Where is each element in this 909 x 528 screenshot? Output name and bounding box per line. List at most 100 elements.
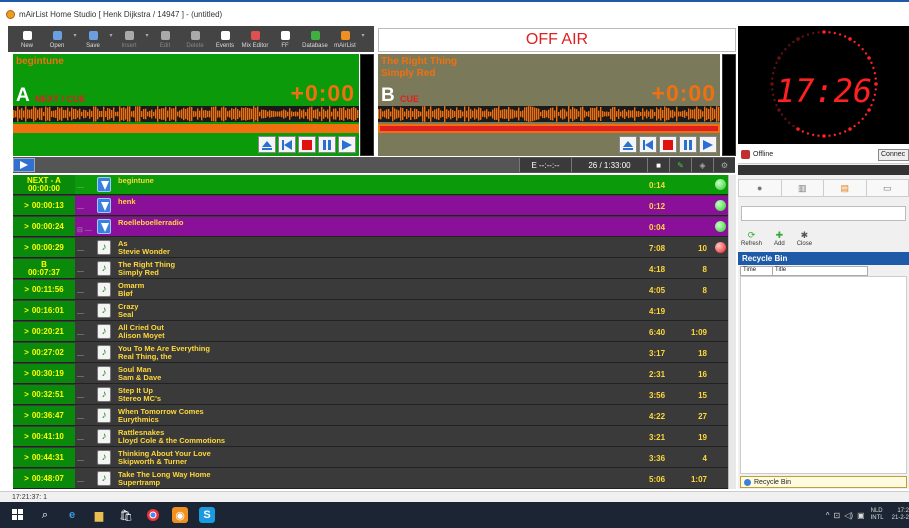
pause-button[interactable] xyxy=(679,136,697,153)
playlist-info-icon[interactable]: ■ xyxy=(647,158,669,172)
side-tab-cart[interactable]: ● xyxy=(739,180,782,196)
row-start-time[interactable]: >00:41:10 xyxy=(13,427,75,446)
playlist-row[interactable]: >00:27:02— ♪ You To Me Are Everything Real … xyxy=(13,343,728,363)
play-button[interactable] xyxy=(338,136,356,153)
playlist-row[interactable]: NEXT - A 00:00:00— begintune 0:14 xyxy=(13,175,728,195)
insert-button[interactable]: Insert xyxy=(114,26,144,49)
tray-clock[interactable]: 17:2 21-2-2 xyxy=(892,508,909,522)
tray-chevron-icon[interactable]: ^ xyxy=(826,511,830,520)
pause-button[interactable] xyxy=(318,136,336,153)
new-button[interactable]: New xyxy=(12,26,42,49)
ff-button[interactable]: FF xyxy=(270,26,300,49)
edge-icon[interactable]: e xyxy=(64,507,80,523)
col-title[interactable]: Title xyxy=(773,267,867,275)
mix-editor-button[interactable]: Mix Editor xyxy=(240,26,270,49)
events-button[interactable]: Events xyxy=(210,26,240,49)
automation-play-button[interactable] xyxy=(13,158,35,172)
mairlist-taskbar-icon[interactable]: ◉ xyxy=(172,507,188,523)
volume-icon[interactable]: ◁) xyxy=(844,511,853,520)
waveform-sample xyxy=(716,106,718,122)
stop-button[interactable] xyxy=(659,136,677,153)
waveform-sample xyxy=(492,109,494,119)
player-a-progress[interactable] xyxy=(13,124,359,133)
playlist-row[interactable]: B 00:07:37— ♪ The Right Thing Simply Red 4:1… xyxy=(13,259,728,279)
waveform-sample xyxy=(23,110,25,118)
settings-gear-icon[interactable]: ⚙ xyxy=(713,158,735,172)
network-icon[interactable]: ⊡ xyxy=(834,511,841,520)
row-start-time[interactable]: B 00:07:37 xyxy=(13,259,75,278)
windows-start-icon[interactable] xyxy=(10,507,26,523)
row-start-time[interactable]: >00:11:56 xyxy=(13,280,75,299)
playlist-row[interactable]: >00:11:56— ♪ Omarm Bløf 4:05 8 xyxy=(13,280,728,300)
waveform-sample xyxy=(53,110,55,118)
playlist-scrollbar[interactable] xyxy=(728,175,736,489)
file-explorer-icon[interactable]: ▆ xyxy=(91,507,107,523)
rewind-button[interactable] xyxy=(278,136,296,153)
row-start-time[interactable]: >00:32:51 xyxy=(13,385,75,404)
row-start-time[interactable]: >00:00:13 xyxy=(13,196,75,215)
row-start-time[interactable]: >00:36:47 xyxy=(13,406,75,425)
chrome-icon[interactable] xyxy=(145,507,161,523)
play-button[interactable] xyxy=(699,136,717,153)
side-search-input[interactable] xyxy=(741,206,906,221)
playlist-row[interactable]: >00:30:19— ♪ Soul Man Sam & Dave 2:31 16 xyxy=(13,364,728,384)
side-tab-database[interactable]: ▥ xyxy=(782,180,824,196)
recycle-bin-tab[interactable]: Recycle Bin xyxy=(740,476,907,488)
delete-button[interactable]: Delete xyxy=(180,26,210,49)
playlist-row[interactable]: >00:00:29— ♪ As Stevie Wonder 7:08 10 xyxy=(13,238,728,258)
playlist-row[interactable]: >00:44:31— ♪ Thinking About Your Love Skipw… xyxy=(13,448,728,468)
tree-connector: — xyxy=(77,436,84,443)
connect-button[interactable]: Connec xyxy=(878,149,909,161)
playlist-row[interactable]: >00:16:01— ♪ Crazy Seal 4:19 xyxy=(13,301,728,321)
playlist-row[interactable]: >00:20:21— ♪ All Cried Out Alison Moyet 6:40… xyxy=(13,322,728,342)
eject-button[interactable] xyxy=(619,136,637,153)
assist-icon[interactable]: ◈ xyxy=(691,158,713,172)
rewind-button[interactable] xyxy=(639,136,657,153)
edit-pencil-icon[interactable]: ✎ xyxy=(669,158,691,172)
playlist-row[interactable]: >00:48:07— ♪ Take The Long Way Home Supertr… xyxy=(13,469,728,489)
player-a-waveform[interactable] xyxy=(13,106,359,122)
row-start-time[interactable]: >00:00:24 xyxy=(13,217,75,236)
stop-button[interactable] xyxy=(298,136,316,153)
clock-second-dot xyxy=(874,82,878,86)
open-button[interactable]: Open xyxy=(42,26,72,49)
row-start-time[interactable]: >00:27:02 xyxy=(13,343,75,362)
playlist-row[interactable]: >00:41:10— ♪ Rattlesnakes Lloyd Cole & the … xyxy=(13,427,728,447)
waveform-sample xyxy=(578,111,580,117)
playlist-row[interactable]: >00:32:51— ♪ Step It Up Stereo MC's 3:56 15 xyxy=(13,385,728,405)
store-icon[interactable]: 🛍 xyxy=(118,507,134,523)
row-start-time[interactable]: >00:00:29 xyxy=(13,238,75,257)
language-indicator[interactable]: NLD INTL xyxy=(871,508,884,522)
refresh-button[interactable]: ⟳ Refresh xyxy=(741,230,762,247)
row-start-time[interactable]: >00:16:01 xyxy=(13,301,75,320)
waveform-sample xyxy=(79,108,81,120)
skype-icon[interactable]: S xyxy=(199,507,215,523)
player-b-progress[interactable] xyxy=(378,124,720,133)
side-tab-files[interactable]: ▭ xyxy=(867,180,909,196)
player-b-waveform[interactable] xyxy=(378,106,720,122)
dropdown-arrow-icon[interactable]: ▾ xyxy=(360,32,366,49)
edit-button[interactable]: Edit xyxy=(150,26,180,49)
playlist-row[interactable]: >00:36:47— ♪ When Tomorrow Comes Eurythmics… xyxy=(13,406,728,426)
database-button[interactable]: Database xyxy=(300,26,330,49)
recycle-bin-list[interactable] xyxy=(740,276,907,474)
col-time[interactable]: Time xyxy=(741,267,773,275)
add-button[interactable]: ✚ Add xyxy=(774,230,785,247)
row-start-time[interactable]: >00:48:07 xyxy=(13,469,75,488)
notification-icon[interactable]: ▣ xyxy=(857,511,865,520)
player-a-level-meter xyxy=(360,54,374,156)
close-button[interactable]: ✱ Close xyxy=(797,230,812,247)
playlist-row[interactable]: >00:00:24 ⊟ — Roelleboellerradio 0:04 xyxy=(13,217,728,237)
row-start-time[interactable]: >00:20:21 xyxy=(13,322,75,341)
row-start-time[interactable]: >00:44:31 xyxy=(13,448,75,467)
side-tab-notes[interactable]: ▤ xyxy=(824,180,867,196)
waveform-sample xyxy=(279,111,281,117)
row-start-time[interactable]: NEXT - A 00:00:00 xyxy=(13,175,75,194)
row-start-time[interactable]: >00:30:19 xyxy=(13,364,75,383)
eject-button[interactable] xyxy=(258,136,276,153)
mairlist-button[interactable]: mAirList xyxy=(330,26,360,49)
search-icon[interactable]: ⌕ xyxy=(37,507,53,523)
playlist-row[interactable]: >00:00:13— henk 0:12 xyxy=(13,196,728,216)
new-icon xyxy=(22,31,32,40)
save-button[interactable]: Save xyxy=(78,26,108,49)
